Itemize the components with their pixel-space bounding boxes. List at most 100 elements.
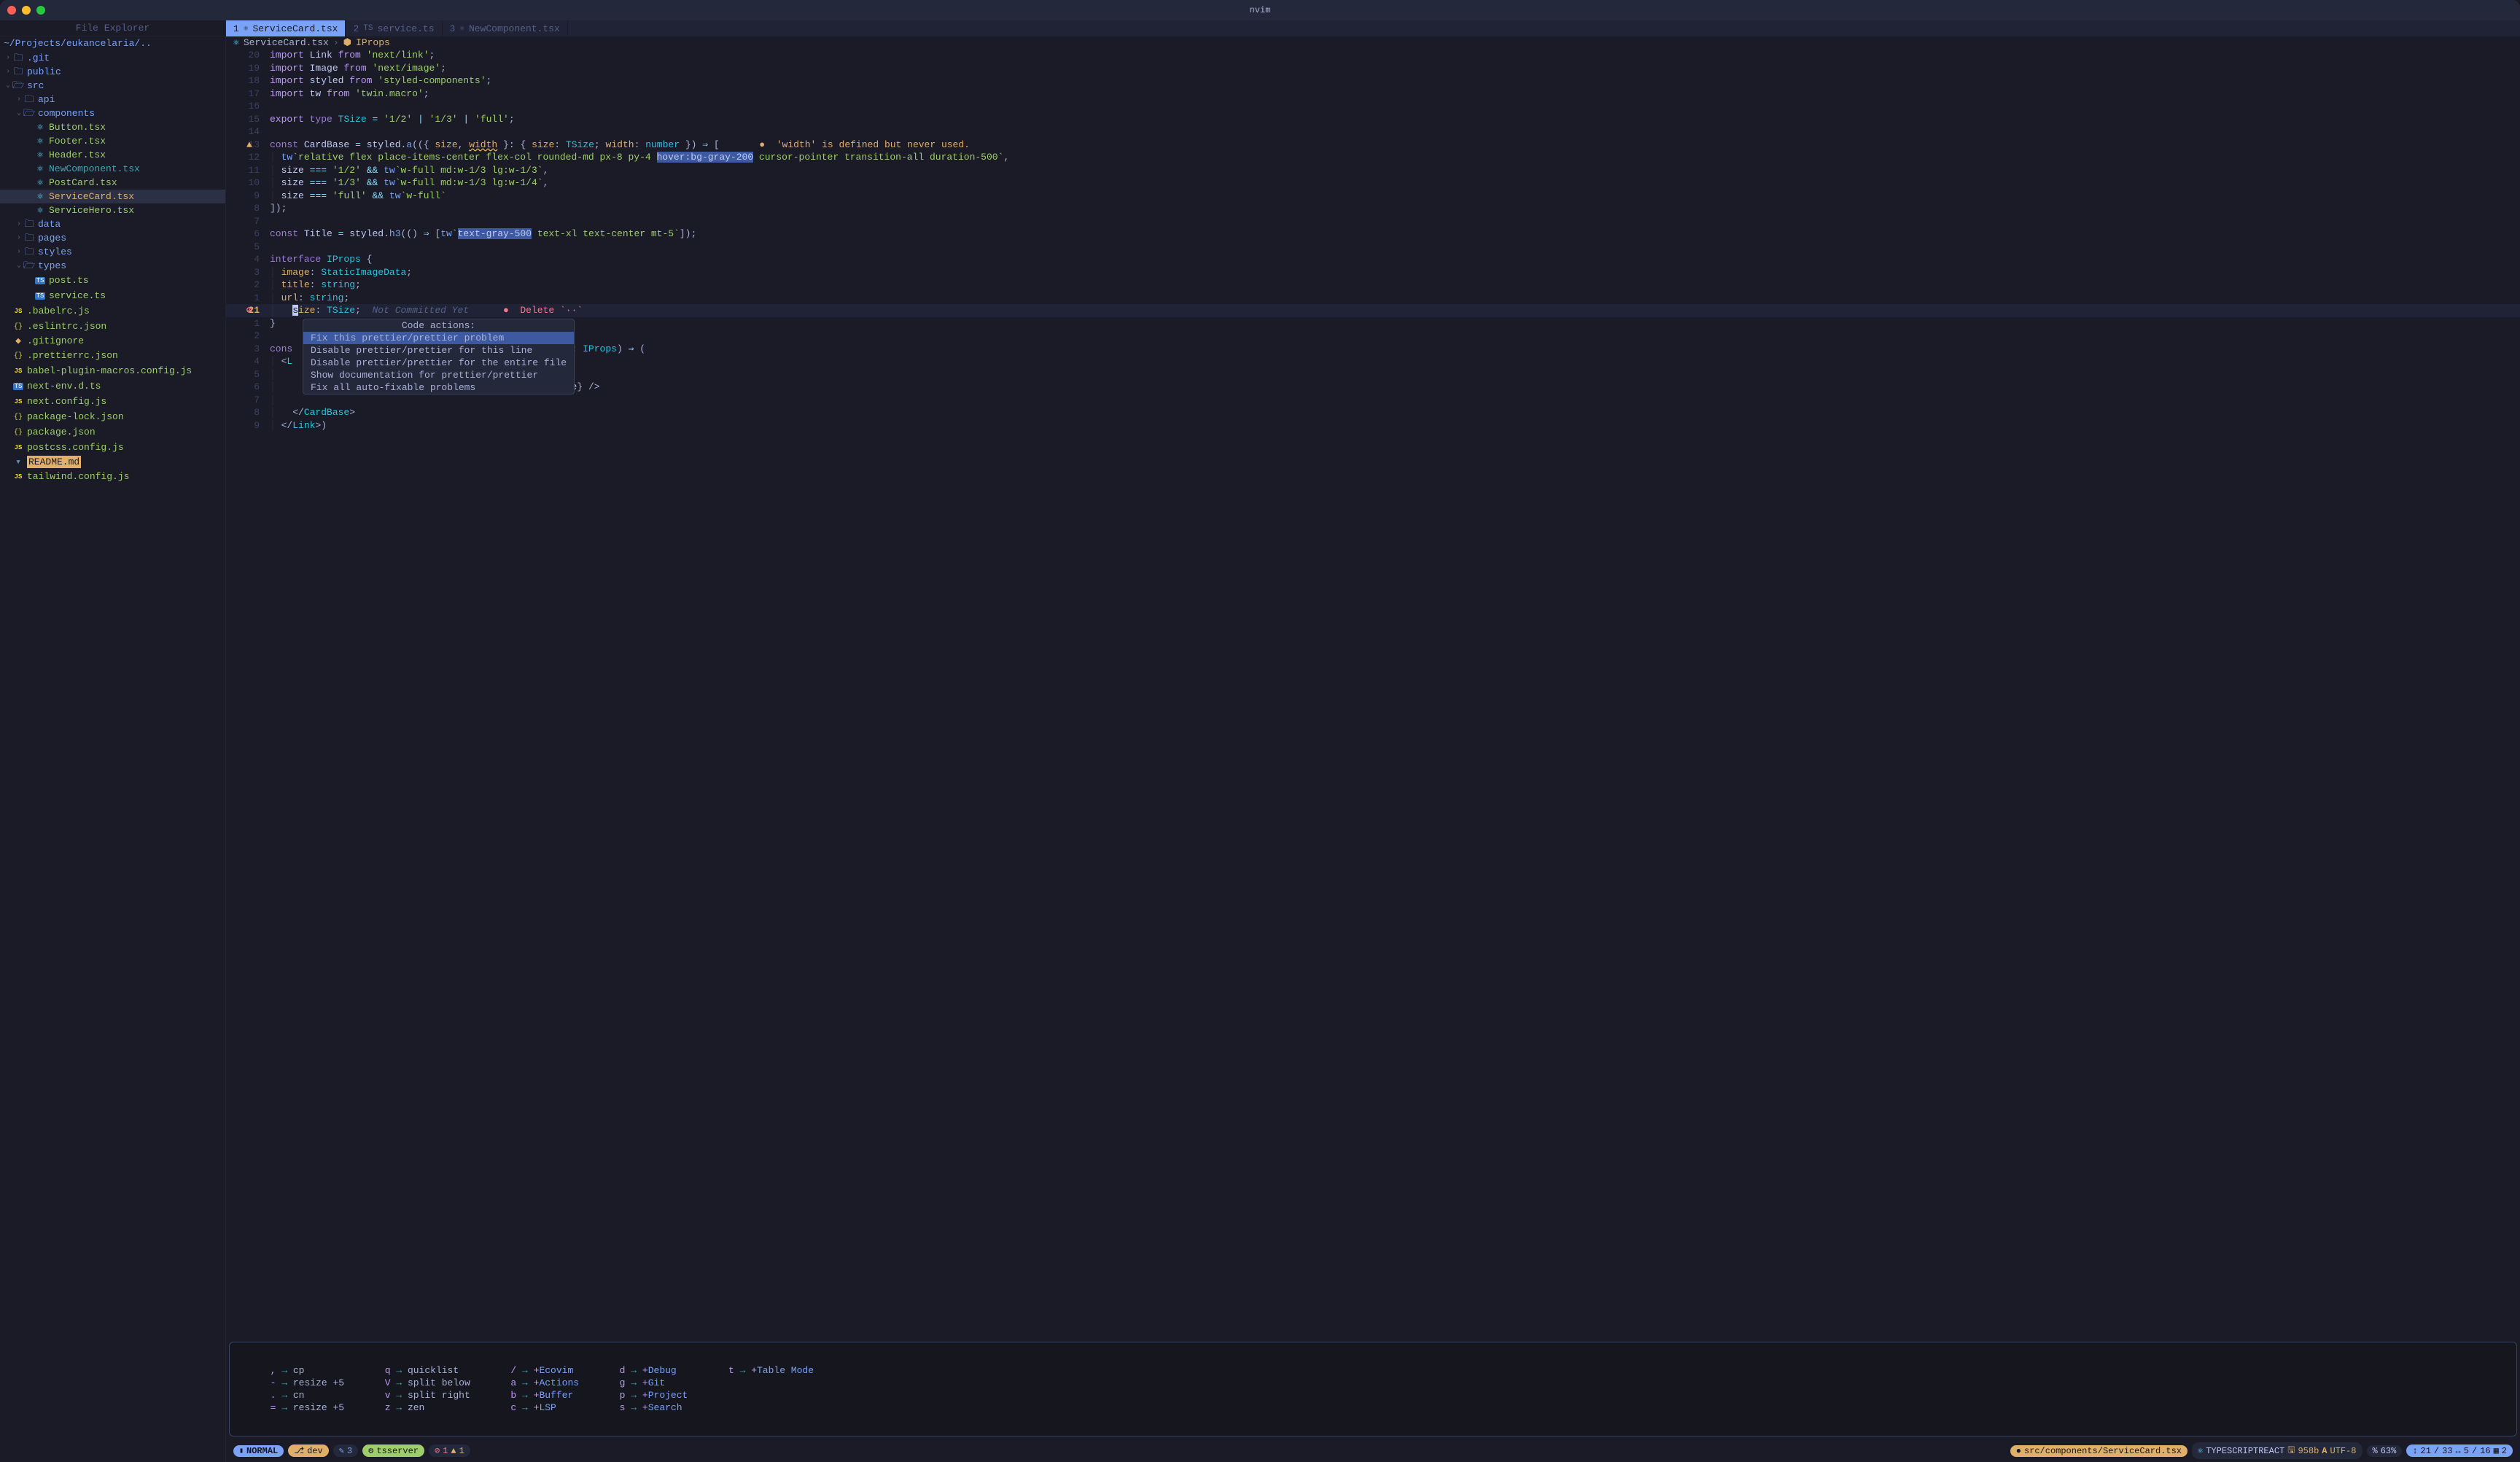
whichkey-item[interactable]: s → +Search (608, 1401, 688, 1414)
window-title: nvim (1250, 5, 1271, 15)
whichkey-item[interactable]: b → +Buffer (499, 1389, 579, 1401)
tree-item-postcss-config-js[interactable]: JSpostcss.config.js (0, 440, 225, 455)
code-action-item[interactable]: Fix all auto-fixable problems (303, 381, 574, 394)
git-icon: ◆ (12, 335, 24, 347)
code-line[interactable]: ⊘21│ size: TSize; Not Committed Yet ● De… (226, 304, 2520, 317)
editor[interactable]: 20import Link from 'next/link';19import … (226, 49, 2520, 1339)
code-action-item[interactable]: Fix this prettier/prettier problem (303, 332, 574, 344)
tree-item-types[interactable]: ⌄🗁types (0, 259, 225, 273)
code-line[interactable]: 10│ size === '1/3' && tw`w-full md:w-1/3… (226, 176, 2520, 190)
whichkey-item[interactable]: c → +LSP (499, 1401, 579, 1414)
code-line[interactable]: 8]); (226, 202, 2520, 215)
code-line[interactable]: 12│ tw`relative flex place-items-center … (226, 151, 2520, 164)
tree-item-tailwind-config-js[interactable]: JStailwind.config.js (0, 469, 225, 484)
whichkey-item[interactable]: , → cp (259, 1364, 344, 1377)
whichkey-item[interactable]: q → quicklist (373, 1364, 470, 1377)
whichkey-item[interactable]: p → +Project (608, 1389, 688, 1401)
code-line[interactable]: 1│ url: string; (226, 292, 2520, 305)
file-tree[interactable]: ›🗀.git›🗀public⌄🗁src›🗀api⌄🗁components⚛But… (0, 50, 225, 1462)
code-line[interactable]: 20import Link from 'next/link'; (226, 49, 2520, 62)
tree-item-babel-plugin-macros-config-js[interactable]: JSbabel-plugin-macros.config.js (0, 363, 225, 378)
folder-open-icon: 🗁 (23, 107, 35, 120)
code-line[interactable]: 3│ image: StaticImageData; (226, 266, 2520, 279)
tree-item-public[interactable]: ›🗀public (0, 65, 225, 79)
tree-item-post-ts[interactable]: post.ts (0, 273, 225, 288)
position-indicator: ↕ 21 / 33 ↔ 5 / 16 ▦ 2 (2406, 1444, 2513, 1457)
tree-item--babelrc-js[interactable]: JS.babelrc.js (0, 303, 225, 319)
which-key-panel: , → cp - → resize +5 . → cn = → resize +… (229, 1342, 2517, 1436)
lsp-status: ⚙ tsserver (362, 1444, 424, 1457)
code-line[interactable]: 18import styled from 'styled-components'… (226, 74, 2520, 88)
whichkey-item[interactable]: . → cn (259, 1389, 344, 1401)
code-line[interactable]: 4interface IProps { (226, 253, 2520, 266)
tree-item-ServiceCard-tsx[interactable]: ⚛ServiceCard.tsx (0, 190, 225, 203)
code-line[interactable]: 6const Title = styled.h3(() ⇒ [tw`text-g… (226, 228, 2520, 241)
ts-icon (12, 379, 24, 393)
code-line[interactable]: 17import tw from 'twin.macro'; (226, 88, 2520, 101)
tree-item--gitignore[interactable]: ◆.gitignore (0, 334, 225, 348)
tree-item-PostCard-tsx[interactable]: ⚛PostCard.tsx (0, 176, 225, 190)
tree-item-pages[interactable]: ›🗀pages (0, 231, 225, 245)
json-icon: {} (12, 425, 24, 439)
minimize-window-icon[interactable] (22, 6, 31, 15)
tree-item-Button-tsx[interactable]: ⚛Button.tsx (0, 120, 225, 134)
code-line[interactable]: 11│ size === '1/2' && tw`w-full md:w-1/3… (226, 164, 2520, 177)
whichkey-item[interactable]: z → zen (373, 1401, 470, 1414)
tree-item-label: PostCard.tsx (49, 176, 117, 189)
tree-item-package-lock-json[interactable]: {}package-lock.json (0, 409, 225, 424)
whichkey-item[interactable]: - → resize +5 (259, 1377, 344, 1389)
tree-item-NewComponent-tsx[interactable]: ⚛NewComponent.tsx (0, 162, 225, 176)
tree-item-next-config-js[interactable]: JSnext.config.js (0, 394, 225, 409)
close-window-icon[interactable] (7, 6, 16, 15)
tree-item--git[interactable]: ›🗀.git (0, 51, 225, 65)
code-action-item[interactable]: Show documentation for prettier/prettier (303, 369, 574, 381)
code-line[interactable]: 14 (226, 125, 2520, 139)
whichkey-item[interactable]: g → +Git (608, 1377, 688, 1389)
tree-item-ServiceHero-tsx[interactable]: ⚛ServiceHero.tsx (0, 203, 225, 217)
tree-item-label: next.config.js (27, 395, 106, 408)
code-line[interactable]: 7 (226, 215, 2520, 228)
code-line[interactable]: 19import Image from 'next/image'; (226, 62, 2520, 75)
tree-item-next-env-d-ts[interactable]: next-env.d.ts (0, 378, 225, 394)
code-line[interactable]: 2│ title: string; (226, 279, 2520, 292)
code-line[interactable]: 16 (226, 100, 2520, 113)
code-line[interactable]: 7│ (226, 394, 2520, 407)
tree-item-README-md[interactable]: ▾README.md (0, 455, 225, 469)
mode-indicator: ▮ NORMAL (233, 1445, 284, 1457)
tree-item-package-json[interactable]: {}package.json (0, 424, 225, 440)
code-action-item[interactable]: Disable prettier/prettier for this line (303, 344, 574, 357)
tab-NewComponent-tsx[interactable]: 3⚛NewComponent.tsx (443, 20, 568, 36)
tree-item-api[interactable]: ›🗀api (0, 93, 225, 106)
gear-icon: ⚙ (368, 1445, 373, 1456)
code-line[interactable]: ▲13const CardBase = styled.a(({ size, wi… (226, 139, 2520, 152)
whichkey-item[interactable]: d → +Debug (608, 1364, 688, 1377)
whichkey-item[interactable]: a → +Actions (499, 1377, 579, 1389)
tab-service-ts[interactable]: 2TSservice.ts (346, 20, 442, 36)
tree-item-label: public (27, 66, 61, 78)
code-line[interactable]: 9│ size === 'full' && tw`w-full` (226, 190, 2520, 203)
tree-item-Footer-tsx[interactable]: ⚛Footer.tsx (0, 134, 225, 148)
tree-item-styles[interactable]: ›🗀styles (0, 245, 225, 259)
chevron-icon: ⌄ (15, 260, 23, 272)
whichkey-item[interactable]: = → resize +5 (259, 1401, 344, 1414)
maximize-window-icon[interactable] (36, 6, 45, 15)
code-line[interactable]: 5 (226, 241, 2520, 254)
whichkey-item[interactable]: V → split below (373, 1377, 470, 1389)
code-line[interactable]: 15export type TSize = '1/2' | '1/3' | 'f… (226, 113, 2520, 126)
tree-item-Header-tsx[interactable]: ⚛Header.tsx (0, 148, 225, 162)
tree-item--prettierrc-json[interactable]: {}.prettierrc.json (0, 348, 225, 363)
tree-item-src[interactable]: ⌄🗁src (0, 79, 225, 93)
tree-item-label: types (38, 260, 66, 272)
whichkey-item[interactable]: v → split right (373, 1389, 470, 1401)
whichkey-item[interactable]: t → +Table Mode (717, 1364, 814, 1377)
code-action-item[interactable]: Disable prettier/prettier for the entire… (303, 357, 574, 369)
code-line[interactable]: 9│ </Link>) (226, 419, 2520, 432)
file-explorer-path: ~/Projects/eukancelaria/.. (0, 36, 225, 50)
code-line[interactable]: 8│ </CardBase> (226, 406, 2520, 419)
tree-item-data[interactable]: ›🗀data (0, 217, 225, 231)
tab-ServiceCard-tsx[interactable]: 1⚛ServiceCard.tsx (226, 20, 346, 36)
tree-item--eslintrc-json[interactable]: {}.eslintrc.json (0, 319, 225, 334)
whichkey-item[interactable]: / → +Ecovim (499, 1364, 579, 1377)
tree-item-components[interactable]: ⌄🗁components (0, 106, 225, 120)
tree-item-service-ts[interactable]: service.ts (0, 288, 225, 303)
